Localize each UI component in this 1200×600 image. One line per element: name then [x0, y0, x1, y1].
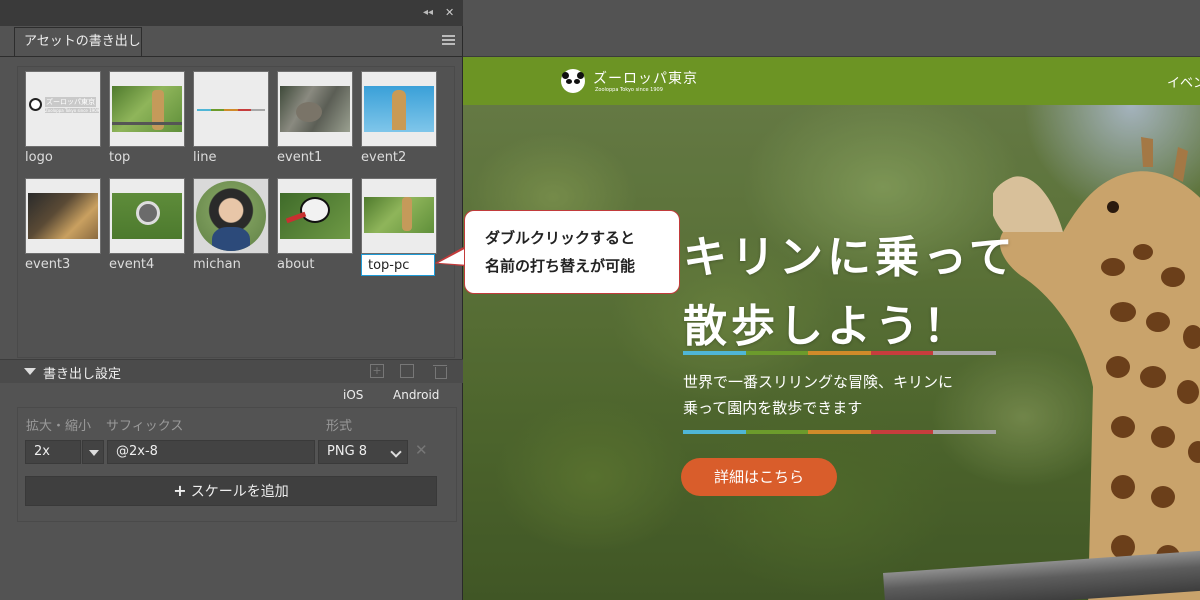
plus-icon: + [173, 481, 187, 500]
export-settings-title[interactable]: 書き出し設定 [43, 363, 121, 382]
panda-logo-icon [29, 98, 42, 111]
asset-thumbnail-about[interactable] [277, 178, 353, 254]
asset-item-logo[interactable]: ズーロッパ東京 Zooloppa Tokyo since 1909 logo [25, 71, 103, 165]
export-assets-panel: ◂◂ ✕ アセットの書き出し ズーロッパ東京 Zooloppa Tokyo si… [0, 0, 463, 600]
hero-details-button: 詳細はこちら [681, 458, 837, 496]
scale-input[interactable]: 2x [25, 440, 81, 464]
add-scale-label: スケールを追加 [190, 484, 289, 500]
asset-thumbnail-michan[interactable] [193, 178, 269, 254]
asset-rename-input[interactable] [361, 254, 435, 276]
color-bar-segment [745, 430, 809, 434]
hero-color-bar-bottom [683, 430, 996, 434]
add-scale-button[interactable]: + スケールを追加 [25, 476, 437, 506]
hero-description-line-2: 乗って園内を散歩できます [683, 399, 863, 417]
hero-title-line-1: キリンに乗って [683, 232, 1017, 283]
nav-item-events: イベン [1167, 76, 1200, 91]
close-icon[interactable]: ✕ [445, 6, 454, 19]
asset-item-event3[interactable]: event3 [25, 178, 103, 272]
asset-label[interactable]: about [277, 257, 355, 272]
asset-label[interactable]: event2 [361, 150, 439, 165]
color-bar-segment [745, 351, 809, 355]
asset-thumbnail-event1[interactable] [277, 71, 353, 147]
asset-thumbnail-event2[interactable] [361, 71, 437, 147]
column-suffix-label: サフィックス [106, 419, 184, 434]
asset-label[interactable]: event4 [109, 257, 187, 272]
asset-item-top-pc[interactable] [361, 178, 439, 276]
hero-title-line-2: 散歩しよう！ [683, 301, 971, 352]
column-scale-label: 拡大・縮小 [26, 419, 92, 434]
format-select[interactable]: PNG 8 [318, 440, 408, 464]
add-icon[interactable]: + [370, 364, 384, 378]
column-format-label: 形式 [326, 419, 353, 434]
asset-thumbnail-logo[interactable]: ズーロッパ東京 Zooloppa Tokyo since 1909 [25, 71, 101, 147]
hero-description-line-1: 世界で一番スリリングな冒険、キリンに [683, 373, 954, 391]
asset-item-event2[interactable]: event2 [361, 71, 439, 165]
asset-label[interactable]: michan [193, 257, 271, 272]
color-bar-segment [808, 430, 871, 434]
site-logo-subtitle: Zooloppa Tokyo since 1909 [595, 87, 663, 93]
collapse-panel-icon[interactable]: ◂◂ [423, 7, 433, 18]
color-bar-segment [683, 430, 746, 434]
panel-menu-icon[interactable] [442, 35, 455, 45]
giraffe-image [993, 137, 1200, 600]
color-bar-segment [808, 351, 871, 355]
artboard-canvas[interactable]: ズーロッパ東京 Zooloppa Tokyo since 1909 イベン キリ… [463, 0, 1200, 600]
color-bar-segment [933, 430, 996, 434]
trash-icon[interactable] [433, 364, 447, 379]
duplicate-icon[interactable] [400, 364, 414, 378]
tab-divider [0, 56, 463, 57]
asset-item-event1[interactable]: event1 [277, 71, 355, 165]
callout-annotation: ダブルクリックすると 名前の打ち替えが可能 [464, 210, 680, 294]
asset-label[interactable]: event3 [25, 257, 103, 272]
panda-logo-icon [561, 69, 585, 93]
asset-thumbnail-event3[interactable] [25, 178, 101, 254]
asset-item-line[interactable]: line [193, 71, 271, 165]
color-bar-segment [870, 430, 934, 434]
asset-label[interactable]: line [193, 150, 271, 165]
thumb-logo-title: ズーロッパ東京 [45, 97, 96, 107]
assets-grid: ズーロッパ東京 Zooloppa Tokyo since 1909 logo t… [17, 66, 455, 358]
asset-thumbnail-top[interactable] [109, 71, 185, 147]
callout-line-2: 名前の打ち替えが可能 [485, 257, 636, 275]
panel-title-bar: ◂◂ ✕ [0, 0, 463, 26]
close-icon[interactable]: ✕ [415, 441, 428, 459]
callout-line-1: ダブルクリックすると [485, 229, 636, 247]
preset-ios-button[interactable]: iOS [343, 388, 363, 402]
hero-color-bar-top [683, 351, 996, 355]
color-bar-segment [933, 351, 996, 355]
collapse-triangle-icon[interactable] [24, 368, 36, 375]
suffix-input[interactable]: @2x-8 [107, 440, 315, 464]
color-bar-segment [683, 351, 746, 355]
asset-thumbnail-line[interactable] [193, 71, 269, 147]
site-logo-title: ズーロッパ東京 [593, 71, 698, 87]
asset-item-michan[interactable]: michan [193, 178, 271, 272]
asset-thumbnail-top-pc[interactable] [361, 178, 437, 254]
site-navbar: ズーロッパ東京 Zooloppa Tokyo since 1909 イベン [463, 57, 1200, 105]
tab-export-assets[interactable]: アセットの書き出し [14, 27, 142, 56]
color-bar-segment [870, 351, 934, 355]
asset-thumbnail-event4[interactable] [109, 178, 185, 254]
asset-label[interactable]: event1 [277, 150, 355, 165]
asset-item-about[interactable]: about [277, 178, 355, 272]
asset-item-event4[interactable]: event4 [109, 178, 187, 272]
asset-label[interactable]: top [109, 150, 187, 165]
asset-label[interactable]: logo [25, 150, 103, 165]
website-artboard: ズーロッパ東京 Zooloppa Tokyo since 1909 イベン キリ… [463, 56, 1200, 600]
preset-android-button[interactable]: Android [393, 388, 439, 402]
thumb-logo-subtitle: Zooloppa Tokyo since 1909 [45, 108, 100, 113]
asset-item-top[interactable]: top [109, 71, 187, 165]
export-settings-header: 書き出し設定 + [0, 359, 463, 383]
chevron-down-icon[interactable] [82, 440, 104, 464]
